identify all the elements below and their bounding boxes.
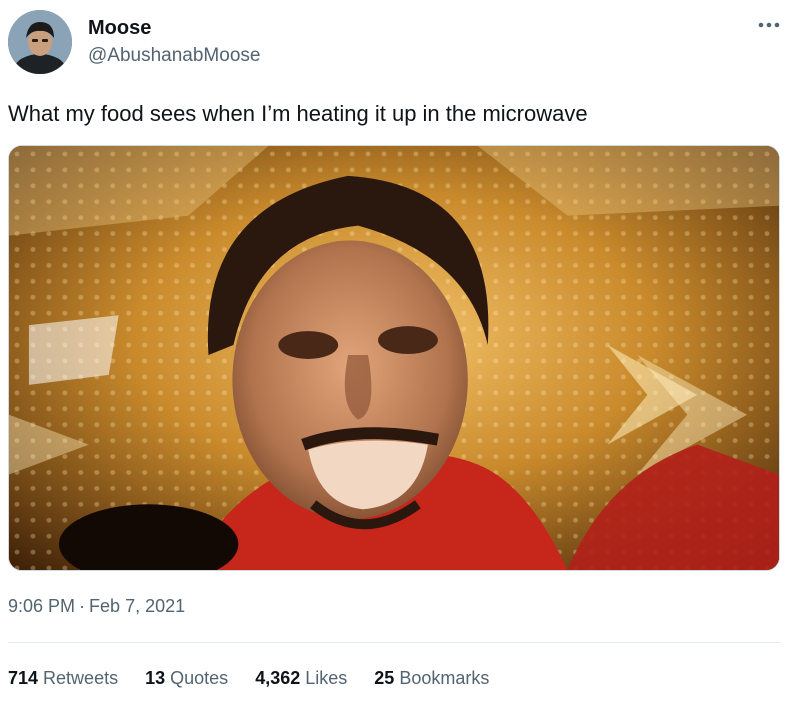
retweets-label: Retweets xyxy=(43,668,119,688)
tweet-timestamp[interactable]: 9:06 PM · Feb 7, 2021 xyxy=(8,594,185,618)
retweets-stat[interactable]: 714 Retweets xyxy=(8,666,118,690)
tweet-stats: 714 Retweets 13 Quotes 4,362 Likes 25 Bookma… xyxy=(8,666,511,690)
user-names: Moose @AbushanabMoose xyxy=(88,16,260,68)
quotes-stat[interactable]: 13 Quotes xyxy=(145,666,228,690)
avatar-image xyxy=(8,10,72,74)
tweet-header: Moose @AbushanabMoose xyxy=(8,6,792,78)
display-name[interactable]: Moose xyxy=(88,16,260,40)
tweet-date: Feb 7, 2021 xyxy=(89,596,186,616)
tweet-media-image[interactable] xyxy=(8,145,780,571)
avatar[interactable] xyxy=(8,10,72,74)
likes-label: Likes xyxy=(305,668,348,688)
timestamp-separator: · xyxy=(79,596,86,616)
bookmarks-label: Bookmarks xyxy=(399,668,490,688)
tweet-card: Moose @AbushanabMoose What my food sees … xyxy=(0,0,800,711)
quotes-count: 13 xyxy=(145,668,166,688)
tweet-time: 9:06 PM xyxy=(8,596,76,616)
media-photo xyxy=(9,146,779,570)
user-handle[interactable]: @AbushanabMoose xyxy=(88,44,260,68)
more-options-icon[interactable] xyxy=(756,16,782,34)
bookmarks-stat[interactable]: 25 Bookmarks xyxy=(374,666,489,690)
retweets-count: 714 xyxy=(8,668,39,688)
bookmarks-count: 25 xyxy=(374,668,395,688)
divider xyxy=(8,642,780,643)
likes-stat[interactable]: 4,362 Likes xyxy=(255,666,347,690)
quotes-label: Quotes xyxy=(170,668,229,688)
likes-count: 4,362 xyxy=(255,668,301,688)
tweet-text: What my food sees when I’m heating it up… xyxy=(8,101,588,126)
